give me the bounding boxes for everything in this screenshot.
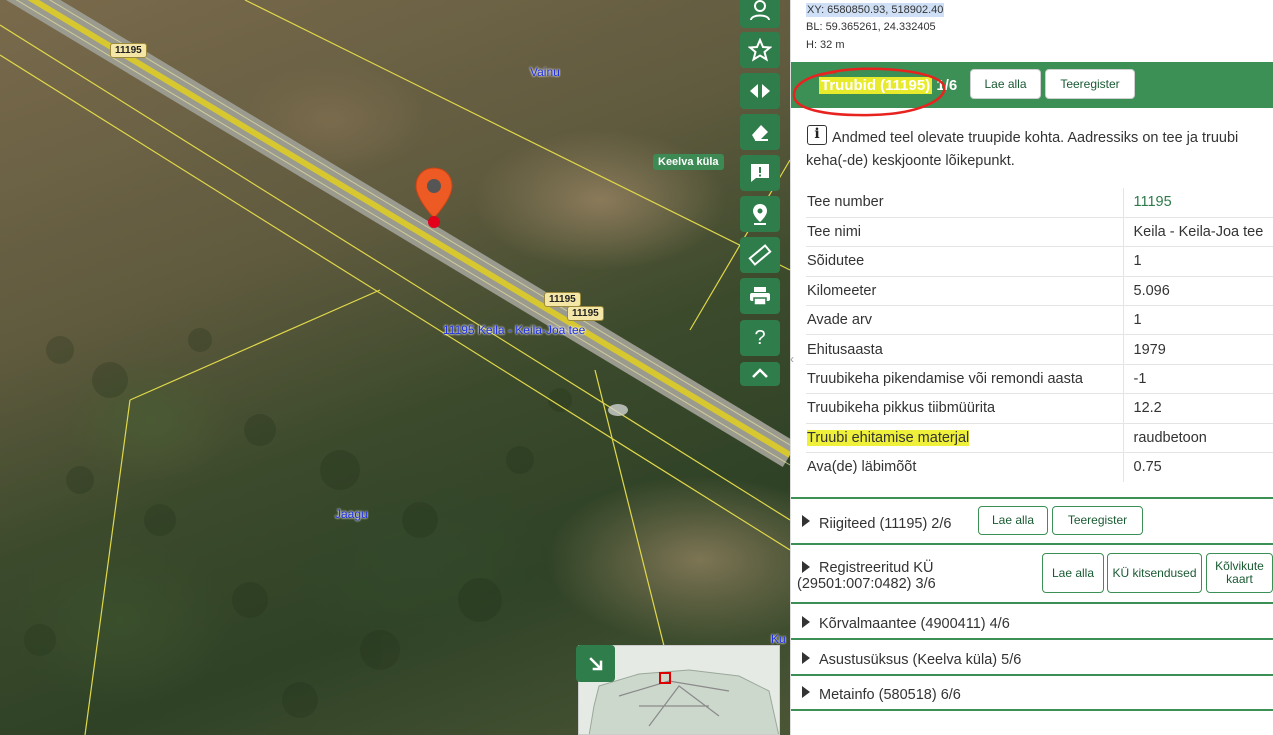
section-title-count: 1/6 (932, 77, 958, 94)
section-label: Kõrvalmaantee (4900411) 4/6 (819, 616, 1010, 632)
road-number-label: 11195 (567, 306, 604, 321)
ky-download-button[interactable]: Lae alla (1042, 553, 1104, 593)
expand-triangle-icon (802, 616, 810, 628)
attr-key: Ehitusaasta (806, 334, 1123, 365)
attr-key: Sõidutee (806, 246, 1123, 277)
star-icon (748, 38, 772, 62)
table-row: Tee number 11195 (806, 188, 1273, 218)
attr-value[interactable]: 11195 (1122, 188, 1273, 218)
table-row: Kilomeeter 5.096 (806, 276, 1273, 307)
attr-value: 1 (1122, 305, 1273, 336)
expand-triangle-icon (802, 652, 810, 664)
info-description: Andmed teel olevate truupide kohta. Aadr… (806, 130, 1239, 169)
coordinates-xy: XY: 6580850.93, 518902.40 (806, 3, 945, 17)
feedback-icon (751, 164, 769, 182)
eraser-icon (752, 125, 768, 141)
attr-value: Keila - Keila-Joa tee (1122, 217, 1273, 248)
arrow-down-right-icon (588, 656, 602, 670)
table-row: Avade arv 1 (806, 305, 1273, 336)
road-name-label: 11195 Keila - Keila-Joa tee (443, 323, 586, 337)
section-title-main: Truubid (11195) (819, 77, 933, 94)
highlighted-attr-key: Truubi ehitamise materjal (807, 429, 970, 446)
table-row: Truubikeha pikkus tiibmüürita 12.2 (806, 393, 1273, 424)
ky-land-use-map-button[interactable]: Kõlvikute kaart (1206, 553, 1273, 593)
collapse-toolbar-button[interactable] (740, 362, 780, 386)
attr-key: Tee nimi (806, 217, 1123, 248)
section-label-line1: Registreeritud KÜ (819, 560, 934, 576)
section-label: Riigiteed (11195) 2/6 (819, 516, 952, 532)
table-row: Truubi ehitamise materjal raudbetoon (806, 423, 1273, 454)
print-button[interactable] (740, 278, 780, 314)
attr-key: Kilomeeter (806, 276, 1123, 307)
map-view[interactable]: 11195 11195 11195 11195 Keila - Keila-Jo… (0, 0, 790, 735)
attr-key: Tee number (806, 188, 1123, 218)
table-row: Ava(de) läbimõõt 0.75 (806, 452, 1273, 482)
print-icon (750, 287, 770, 306)
panel-divider (791, 709, 1273, 711)
attr-value: 12.2 (1122, 393, 1273, 424)
table-row: Ehitusaasta 1979 (806, 334, 1273, 365)
map-overlay (0, 0, 790, 735)
swap-icon (750, 84, 770, 98)
attr-value: 1 (1122, 246, 1273, 277)
attr-value: -1 (1122, 364, 1273, 395)
attr-key: Ava(de) läbimõõt (807, 459, 917, 476)
riigiteed-download-button[interactable]: Lae alla (978, 506, 1048, 535)
section-label: Metainfo (580518) 6/6 (819, 687, 961, 703)
chevron-up-icon (752, 368, 768, 378)
panel-collapse-icon[interactable]: ‹ (790, 352, 794, 366)
table-row: Truubikeha pikendamise või remondi aasta… (806, 364, 1273, 395)
add-location-button[interactable] (740, 196, 780, 232)
attr-value: 1979 (1122, 334, 1273, 365)
riigiteed-register-button[interactable]: Teeregister (1052, 506, 1143, 535)
section-metainfo[interactable]: Metainfo (580518) 6/6 (791, 674, 1273, 709)
road-register-button[interactable]: Teeregister (1045, 69, 1135, 99)
user-button[interactable] (740, 0, 780, 28)
measure-button[interactable] (740, 237, 780, 273)
road-number-label: 11195 (110, 43, 147, 58)
attr-key: Avade arv (806, 305, 1123, 336)
road-number-label: 11195 (544, 292, 581, 307)
attr-value: 5.096 (1122, 276, 1273, 307)
attr-key: Truubi ehitamise materjal (806, 423, 1123, 454)
place-label-keelva: Keelva küla (653, 154, 724, 170)
location-icon (753, 204, 767, 225)
attr-key: Truubikeha pikendamise või remondi aasta (806, 364, 1123, 395)
table-row: Tee nimi Keila - Keila-Joa tee (806, 217, 1273, 248)
favorites-button[interactable] (740, 32, 780, 68)
expand-overview-button[interactable] (576, 645, 615, 682)
coordinates-bl: BL: 59.365261, 24.332405 (806, 21, 936, 33)
coordinates-height: H: 32 m (806, 39, 845, 51)
download-button[interactable]: Lae alla (970, 69, 1041, 99)
place-label-ku: Ku (771, 632, 786, 646)
section-title: Truubid (11195) 1/6 (819, 77, 957, 94)
compare-button[interactable] (740, 73, 780, 109)
attr-value: raudbetoon (1122, 423, 1273, 454)
table-row: Sõidutee 1 (806, 246, 1273, 277)
ky-restrictions-button[interactable]: KÜ kitsendused (1107, 553, 1202, 593)
user-icon (750, 0, 770, 21)
section-korvalmaantee[interactable]: Kõrvalmaantee (4900411) 4/6 (791, 602, 1273, 637)
attribute-table: Tee number 11195 Tee nimi Keila - Keila-Jo… (806, 188, 1273, 482)
expand-triangle-icon (802, 686, 810, 698)
ruler-icon (748, 244, 772, 266)
section-label: Asustusüksus (Keelva küla) 5/6 (819, 652, 1022, 668)
erase-button[interactable] (740, 114, 780, 150)
help-button[interactable]: ? (740, 320, 780, 356)
place-label-jaagu: Jaagu (335, 507, 368, 521)
section-label-line2: (29501:007:0482) 3/6 (797, 576, 936, 592)
section-asustusuksus[interactable]: Asustusüksus (Keelva küla) 5/6 (791, 638, 1273, 673)
attr-key: Truubikeha pikkus tiibmüürita (806, 393, 1123, 424)
expand-triangle-icon (802, 515, 810, 527)
attr-value: 0.75 (1122, 452, 1273, 482)
location-pin-icon[interactable] (414, 166, 454, 228)
expand-triangle-icon (802, 561, 810, 573)
feedback-button[interactable] (740, 155, 780, 191)
place-label-vainu: Vainu (530, 65, 560, 79)
